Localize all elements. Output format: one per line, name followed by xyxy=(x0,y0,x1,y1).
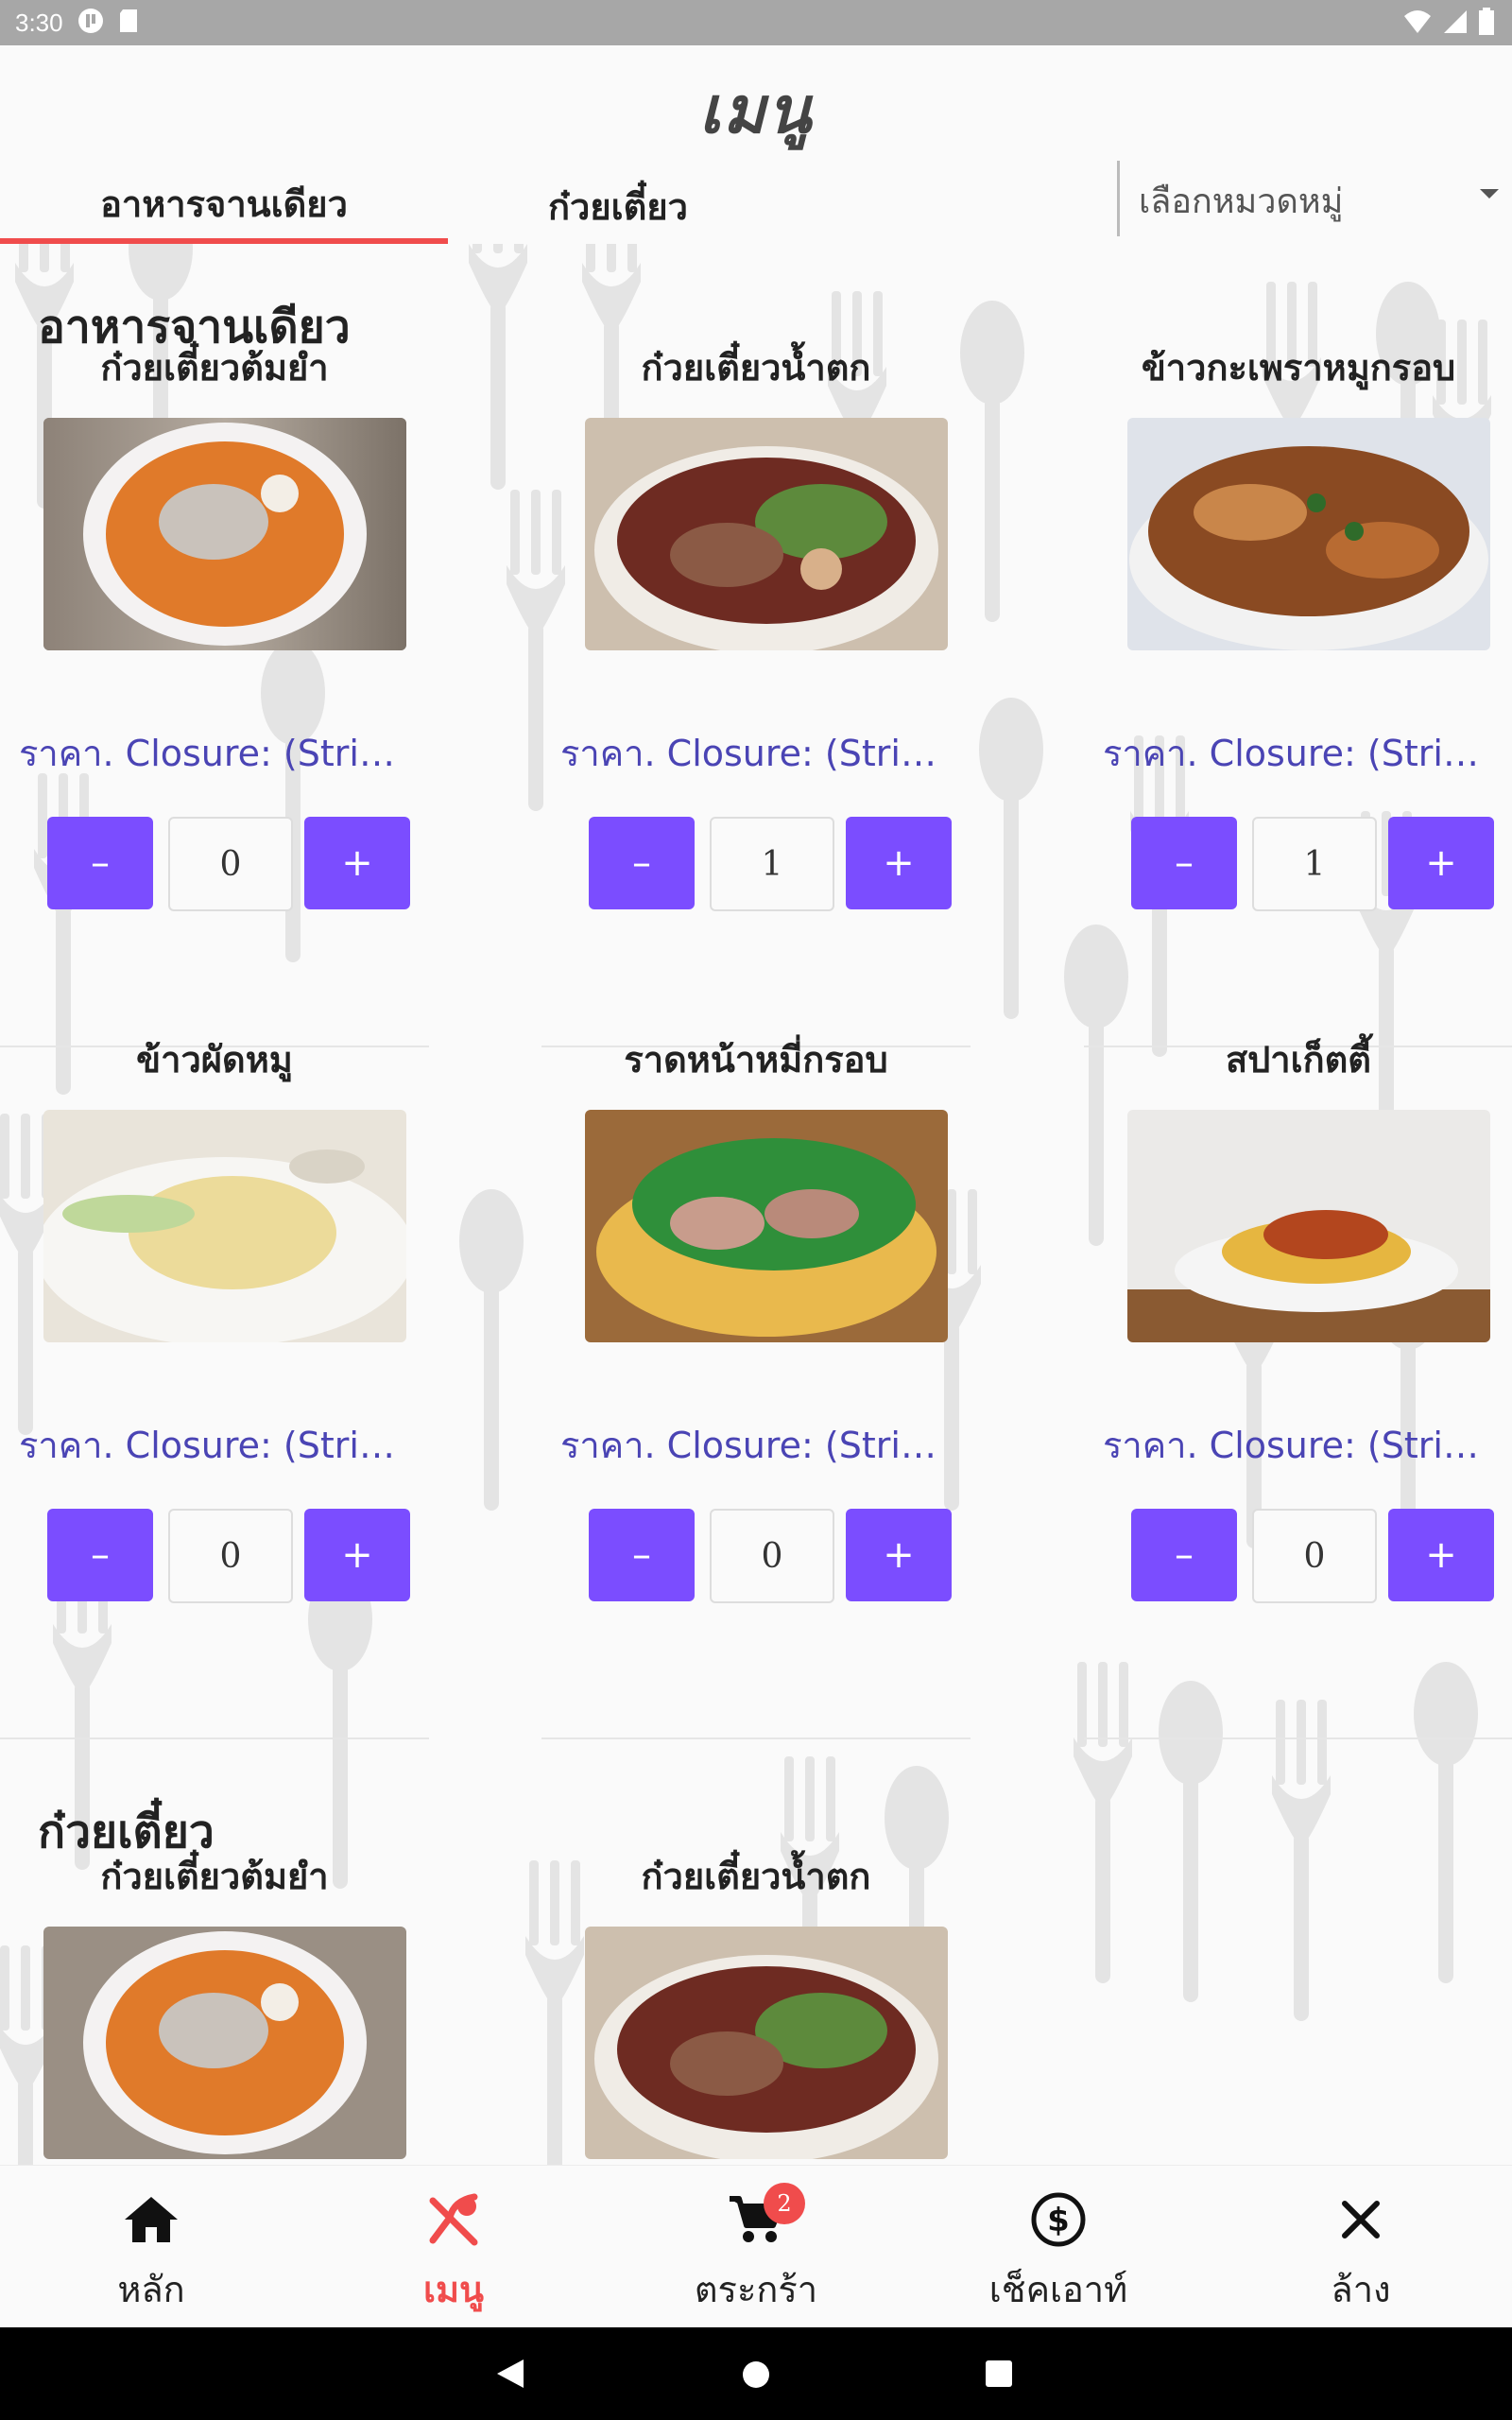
menu-item-card: ราดหน้าหมี่กรอบ ราคา. Closure: (String) … xyxy=(541,1030,971,1711)
bottom-navigation: หลัก เมนู 2 ตระกร้า $ เช็คเอาท์ ล้าง xyxy=(0,2165,1512,2328)
quantity-stepper: – 0 + xyxy=(47,1509,410,1603)
decrement-button[interactable]: – xyxy=(1131,1509,1237,1601)
menu-item-name: ก๋วยเตี๋ยวต้มยำ xyxy=(100,347,329,389)
divider xyxy=(541,1737,971,1739)
svg-text:$: $ xyxy=(1047,2202,1070,2239)
back-icon[interactable] xyxy=(495,2358,525,2394)
battery-icon xyxy=(1478,8,1495,40)
close-icon xyxy=(1314,2187,1408,2253)
page-title: เมนู xyxy=(698,74,814,148)
tab-label: อาหารจานเดียว xyxy=(100,182,348,225)
nav-label: ล้าง xyxy=(1331,2269,1391,2310)
home-icon xyxy=(104,2187,198,2253)
menu-item-card: ก๋วยเตี๋ยวน้ำตก ราคา. Closure: (String) … xyxy=(541,338,971,1019)
nav-label: หลัก xyxy=(117,2269,185,2310)
menu-item-price: ราคา. Closure: (String) => String xyxy=(19,1425,416,1466)
quantity-stepper: – 1 + xyxy=(589,817,952,911)
menu-item-card: ข้าวกะเพราหมูกรอบ ราคา. Closure: (String… xyxy=(1084,338,1512,1019)
increment-button[interactable]: + xyxy=(304,817,410,909)
menu-item-price: ราคา. Closure: (String) => String xyxy=(560,733,957,774)
nav-item-cart[interactable]: 2 ตระกร้า xyxy=(605,2166,907,2328)
menu-item-name: สปาเก็ตตี้ xyxy=(1225,1039,1371,1080)
category-select-placeholder: เลือกหมวดหมู่ xyxy=(1139,182,1344,221)
menu-item-name: ราดหน้าหมี่กรอบ xyxy=(624,1039,888,1080)
nav-label: ตระกร้า xyxy=(694,2269,818,2310)
nav-item-home[interactable]: หลัก xyxy=(0,2166,302,2328)
tab-noodles[interactable]: ก๋วยเตี๋ยว xyxy=(448,168,788,244)
menu-item-card: ข้าวผัดหมู ราคา. Closure: (String) => St… xyxy=(0,1030,429,1711)
sd-card-icon xyxy=(118,8,141,38)
menu-item-card: ก๋วยเตี๋ยวต้มยำ xyxy=(0,1847,429,2165)
menu-item-image[interactable] xyxy=(43,418,406,650)
increment-button[interactable]: + xyxy=(1388,1509,1494,1601)
menu-item-name: ก๋วยเตี๋ยวน้ำตก xyxy=(641,1856,871,1897)
quantity-stepper: – 0 + xyxy=(589,1509,952,1603)
chevron-down-icon xyxy=(1480,189,1499,199)
quantity-stepper: – 0 + xyxy=(1131,1509,1494,1603)
increment-button[interactable]: + xyxy=(1388,817,1494,909)
signal-icon xyxy=(1442,9,1469,39)
notification-icon xyxy=(77,7,105,39)
menu-item-name: ก๋วยเตี๋ยวน้ำตก xyxy=(641,347,871,389)
menu-item-name: ข้าวผัดหมู xyxy=(136,1039,293,1080)
menu-item-image[interactable] xyxy=(585,418,948,650)
increment-button[interactable]: + xyxy=(846,817,952,909)
category-select[interactable]: เลือกหมวดหมู่ xyxy=(1117,161,1512,236)
cart-icon: 2 xyxy=(709,2183,805,2253)
tab-single-dish[interactable]: อาหารจานเดียว xyxy=(0,168,448,244)
nav-item-menu[interactable]: เมนู xyxy=(302,2166,605,2328)
divider xyxy=(1084,1737,1512,1739)
menu-item-image[interactable] xyxy=(1127,1110,1490,1342)
home-button-icon[interactable] xyxy=(741,2360,771,2394)
quantity-value: 1 xyxy=(1252,817,1377,911)
divider xyxy=(0,1737,429,1739)
decrement-button[interactable]: – xyxy=(589,817,695,909)
fork-knife-icon xyxy=(406,2187,501,2253)
menu-item-image[interactable] xyxy=(585,1110,948,1342)
quantity-value: 0 xyxy=(1252,1509,1377,1603)
decrement-button[interactable]: – xyxy=(47,1509,153,1601)
increment-button[interactable]: + xyxy=(846,1509,952,1601)
quantity-value: 0 xyxy=(168,1509,293,1603)
menu-item-image[interactable] xyxy=(43,1927,406,2159)
quantity-stepper: – 0 + xyxy=(47,817,410,911)
menu-item-price: ราคา. Closure: (String) => String xyxy=(560,1425,957,1466)
tab-label: ก๋วยเตี๋ยว xyxy=(548,185,688,228)
app-header: เมนู อาหารจานเดียว ก๋วยเตี๋ยว เลือกหมวดห… xyxy=(0,45,1512,244)
nav-item-clear[interactable]: ล้าง xyxy=(1210,2166,1512,2328)
menu-item-card: ก๋วยเตี๋ยวต้มยำ ราคา. Closure: (String) … xyxy=(0,338,429,1019)
status-time: 3:30 xyxy=(15,8,63,37)
quantity-value: 1 xyxy=(710,817,834,911)
nav-item-checkout[interactable]: $ เช็คเอาท์ xyxy=(907,2166,1210,2328)
menu-item-image[interactable] xyxy=(1127,418,1490,650)
nav-label: เมนู xyxy=(422,2269,484,2310)
menu-item-price: ราคา. Closure: (String) => String xyxy=(1103,733,1500,774)
wifi-icon xyxy=(1402,9,1433,39)
menu-item-image[interactable] xyxy=(43,1110,406,1342)
cart-badge: 2 xyxy=(764,2183,805,2224)
menu-item-name: ก๋วยเตี๋ยวต้มยำ xyxy=(100,1856,329,1897)
dollar-circle-icon: $ xyxy=(1011,2187,1106,2253)
menu-item-price: ราคา. Closure: (String) => String xyxy=(19,733,416,774)
menu-item-price: ราคา. Closure: (String) => String xyxy=(1103,1425,1500,1466)
status-bar: 3:30 xyxy=(0,0,1512,45)
quantity-stepper: – 1 + xyxy=(1131,817,1494,911)
menu-item-card: สปาเก็ตตี้ ราคา. Closure: (String) => St… xyxy=(1084,1030,1512,1711)
menu-item-name: ข้าวกะเพราหมูกรอบ xyxy=(1141,347,1456,389)
decrement-button[interactable]: – xyxy=(47,817,153,909)
system-navigation-bar xyxy=(0,2327,1512,2420)
menu-item-card: ก๋วยเตี๋ยวน้ำตก xyxy=(541,1847,971,2165)
decrement-button[interactable]: – xyxy=(1131,817,1237,909)
decrement-button[interactable]: – xyxy=(589,1509,695,1601)
nav-label: เช็คเอาท์ xyxy=(988,2269,1128,2310)
menu-content[interactable]: อาหารจานเดียว ก๋วยเตี๋ยวต้มยำ ราคา. Clos… xyxy=(0,244,1512,2165)
recents-icon[interactable] xyxy=(985,2360,1013,2392)
increment-button[interactable]: + xyxy=(304,1509,410,1601)
menu-item-image[interactable] xyxy=(585,1927,948,2159)
quantity-value: 0 xyxy=(168,817,293,911)
quantity-value: 0 xyxy=(710,1509,834,1603)
